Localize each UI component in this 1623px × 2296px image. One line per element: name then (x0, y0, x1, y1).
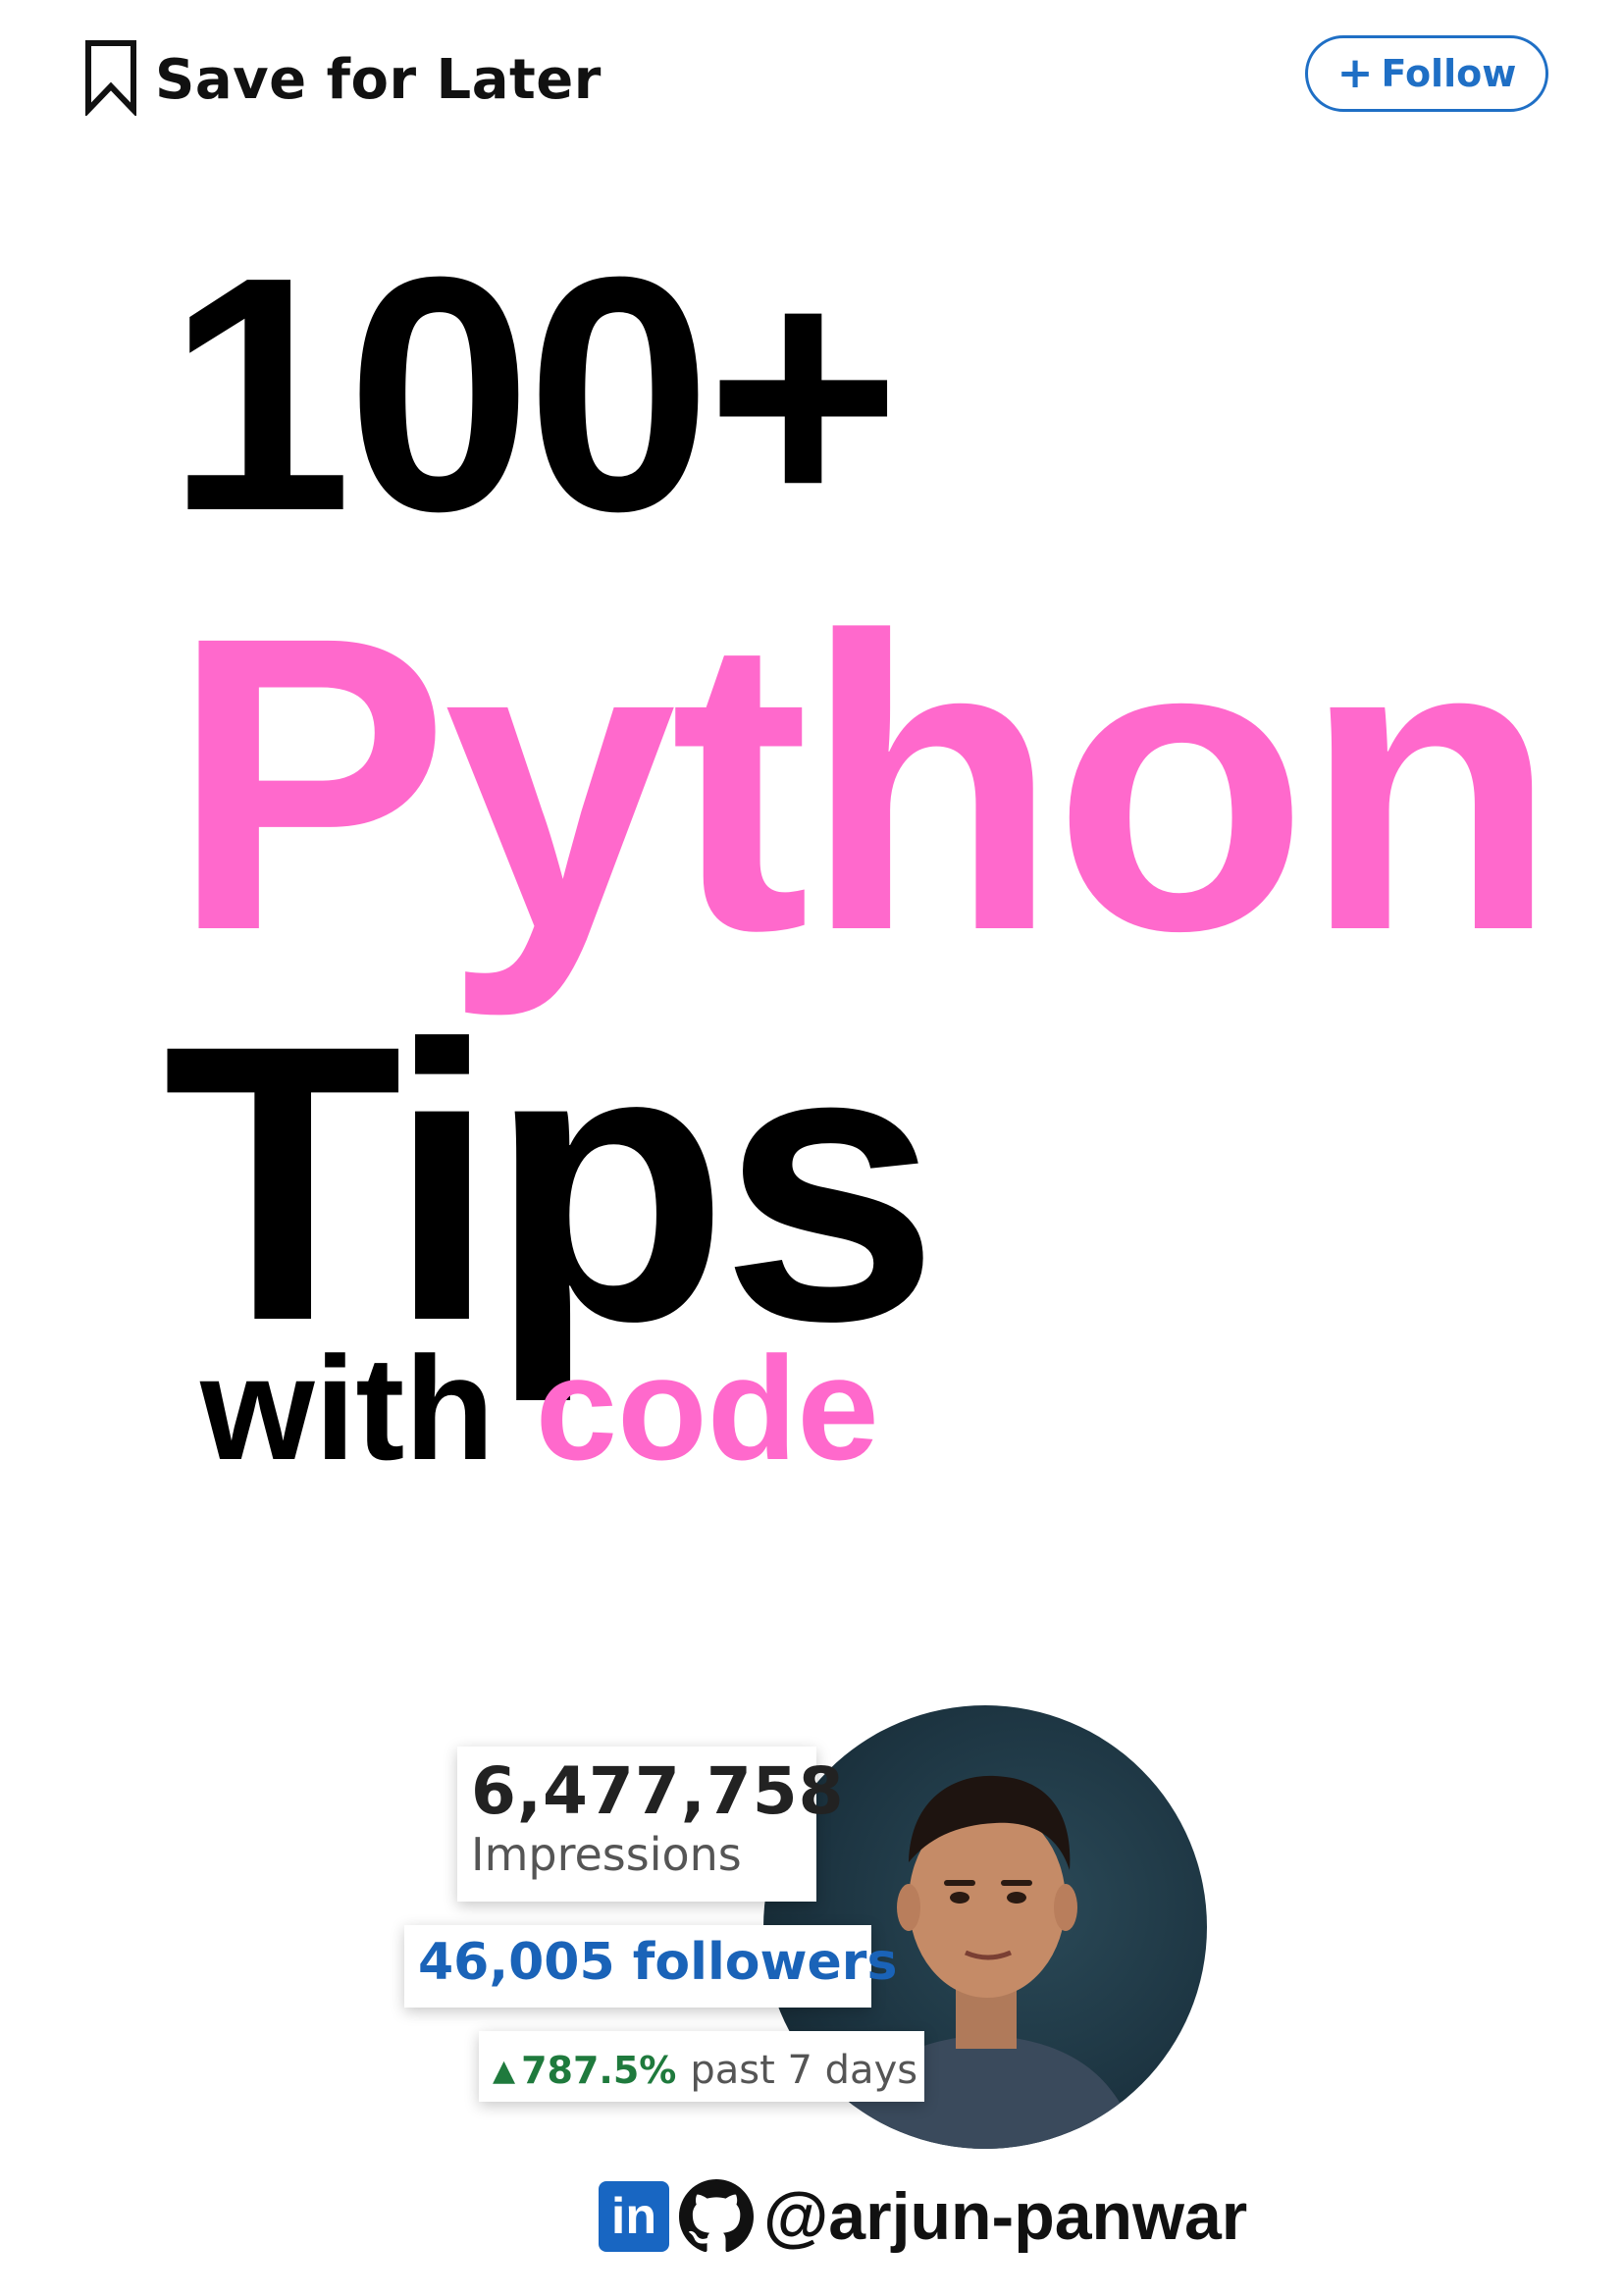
github-icon[interactable] (679, 2179, 754, 2254)
follow-label: Follow (1381, 52, 1517, 95)
linkedin-icon[interactable]: in (599, 2181, 669, 2252)
bookmark-icon (82, 39, 139, 121)
headline-tips: Tips (163, 964, 939, 1402)
save-for-later-label: Save for Later (155, 48, 602, 112)
growth-period: past 7 days (690, 2048, 918, 2093)
impressions-label: Impressions (471, 1827, 742, 1881)
followers-count: 46,005 followers (418, 1933, 898, 1992)
subtitle-accent: code (535, 1326, 879, 1490)
profile-handle[interactable]: @arjun-panwar (763, 2178, 1247, 2255)
headline-count: 100+ (167, 208, 901, 581)
plus-icon: + (1336, 48, 1374, 98)
headline-topic: Python (171, 550, 1558, 1018)
social-handle: in @arjun-panwar (599, 2178, 1247, 2255)
headline-subtitle: with code (200, 1334, 879, 1482)
growth-card: ▲ 787.5% past 7 days (479, 2031, 924, 2102)
impressions-card: 6,477,758 Impressions (457, 1747, 845, 1902)
followers-card: 46,005 followers (404, 1925, 897, 2008)
growth-percentage: 787.5% (521, 2049, 677, 2092)
follow-button[interactable]: + Follow (1305, 35, 1548, 112)
impressions-value: 6,477,758 (471, 1753, 845, 1829)
subtitle-prefix: with (200, 1326, 495, 1490)
up-arrow-icon: ▲ (493, 2053, 516, 2088)
save-for-later-button[interactable]: Save for Later (82, 39, 602, 121)
